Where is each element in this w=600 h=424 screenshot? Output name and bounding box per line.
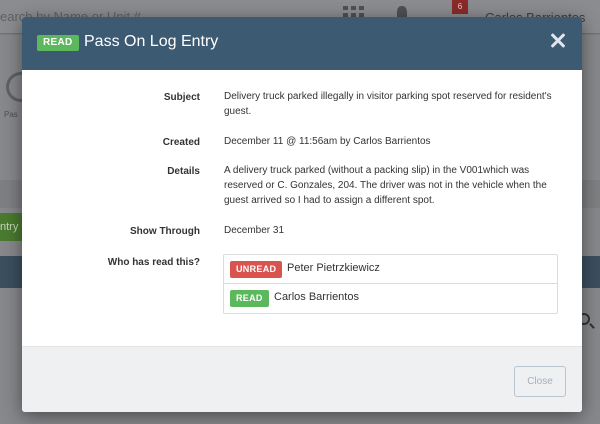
modal-header: READ Pass On Log Entry xyxy=(22,17,582,70)
close-icon[interactable] xyxy=(547,30,569,52)
details-value: A delivery truck parked (without a packi… xyxy=(224,165,547,206)
reader-name: Peter Pietrzkiewicz xyxy=(287,262,380,274)
show-through-value: December 31 xyxy=(224,225,285,236)
read-badge: READ xyxy=(230,290,269,307)
created-label: Created xyxy=(162,137,200,148)
details-label: Details xyxy=(167,166,200,177)
list-item: READ Carlos Barrientos xyxy=(224,284,557,313)
read-status-badge: READ xyxy=(37,35,79,51)
subject-label: Subject xyxy=(163,92,200,103)
reader-name: Carlos Barrientos xyxy=(274,291,359,303)
unread-badge: UNREAD xyxy=(230,261,283,278)
close-button[interactable]: Close xyxy=(514,366,566,397)
modal-body: Subject Delivery truck parked illegally … xyxy=(22,70,582,346)
log-entry-modal: READ Pass On Log Entry Subject Delivery … xyxy=(22,17,582,412)
subject-value: Delivery truck parked illegally in visit… xyxy=(224,91,552,117)
modal-title: Pass On Log Entry xyxy=(84,33,219,50)
who-read-label: Who has read this? xyxy=(107,257,200,268)
readers-list: UNREAD Peter Pietrzkiewicz READ Carlos B… xyxy=(223,254,558,314)
notification-badge: 6 xyxy=(452,0,468,14)
background-label: Pas xyxy=(4,110,18,119)
show-through-label: Show Through xyxy=(130,226,200,237)
modal-footer: Close xyxy=(22,346,582,412)
list-item: UNREAD Peter Pietrzkiewicz xyxy=(224,255,557,284)
created-value: December 11 @ 11:56am by Carlos Barrient… xyxy=(224,136,431,147)
